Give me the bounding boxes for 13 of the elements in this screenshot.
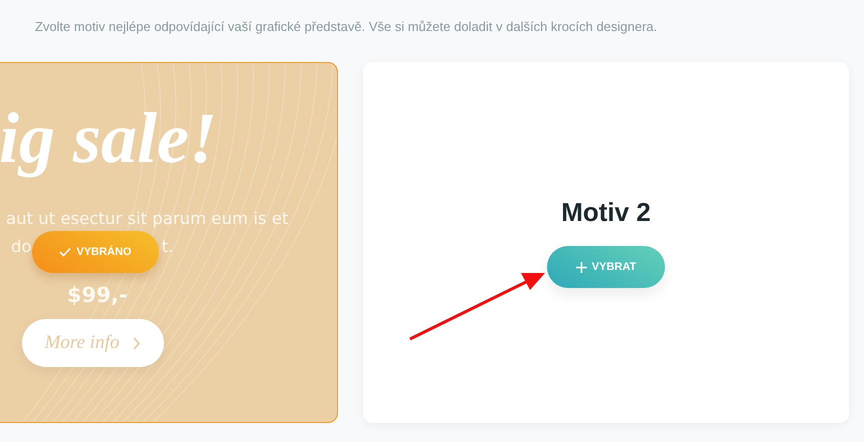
preview-text: aut ut esectur sit parum eum is et bbox=[6, 208, 288, 230]
select-button[interactable]: VYBRAT bbox=[547, 246, 665, 288]
preview-text: t. bbox=[162, 236, 174, 258]
select-button[interactable]: VYBRÁNO bbox=[32, 231, 159, 273]
more-info-button[interactable]: More info bbox=[22, 319, 164, 367]
check-icon bbox=[59, 247, 72, 257]
plus-icon bbox=[576, 262, 587, 272]
motif-title: Motiv 2 bbox=[561, 197, 651, 228]
headline: ig sale! bbox=[0, 97, 218, 180]
price-text: $99,- bbox=[67, 283, 128, 307]
chevron-right-icon bbox=[133, 336, 142, 350]
preview-text: do bbox=[11, 236, 32, 258]
intro-text: Zvolte motiv nejlépe odpovídající vaší grafické představě. Vše si můžete doladit v dalších krocích designera. bbox=[34, 18, 658, 36]
